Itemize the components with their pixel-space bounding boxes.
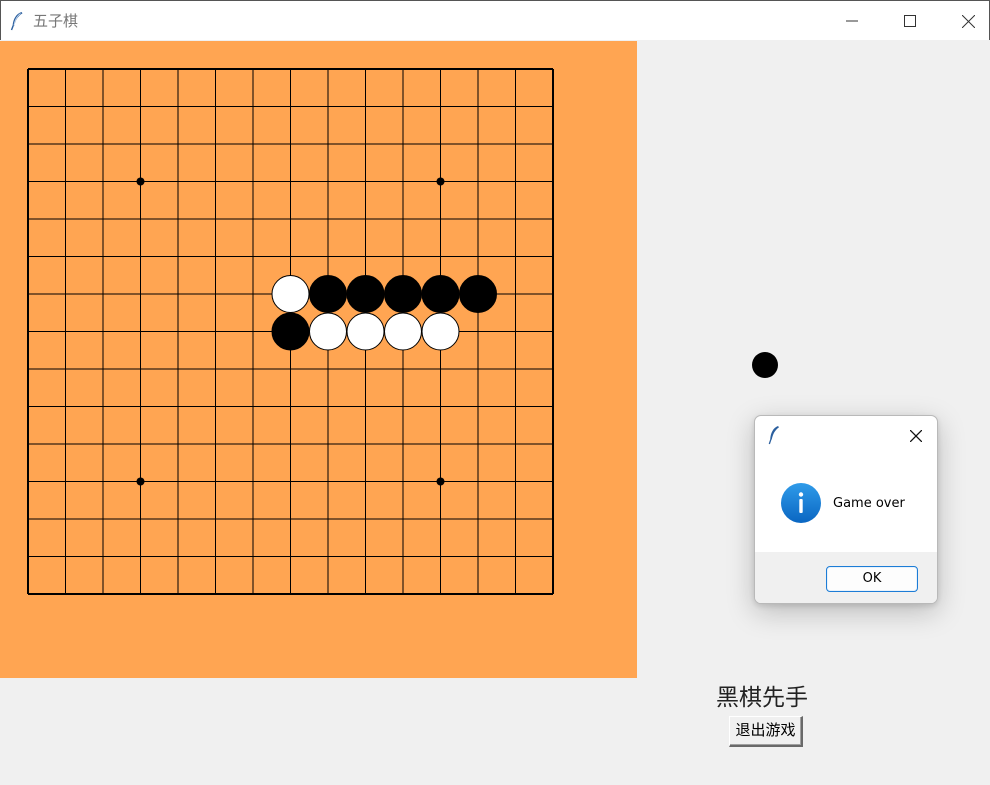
title-bar: 五子棋 <box>0 0 990 40</box>
white-stone <box>384 312 422 351</box>
maximize-icon <box>904 15 916 27</box>
white-stone <box>346 312 385 351</box>
dialog-footer: OK <box>755 552 937 603</box>
close-icon <box>961 14 975 28</box>
feather-icon <box>10 12 23 31</box>
window-title: 五子棋 <box>33 12 79 30</box>
ok-button[interactable]: OK <box>826 566 918 592</box>
message-dialog: Game over OK <box>754 415 938 604</box>
black-stone <box>421 275 460 313</box>
turn-label: 黑棋先手 <box>716 685 808 711</box>
black-stone <box>384 275 422 313</box>
board-svg[interactable] <box>0 41 637 678</box>
close-button[interactable] <box>939 1 990 41</box>
star-point <box>136 177 145 186</box>
white-stone <box>271 275 310 313</box>
dialog-close-button[interactable] <box>904 425 928 447</box>
feather-icon <box>768 426 779 445</box>
info-icon <box>781 483 821 523</box>
board-canvas[interactable] <box>0 41 637 678</box>
white-stone <box>421 312 460 351</box>
close-icon <box>910 430 922 442</box>
turn-indicator-stone <box>752 352 778 378</box>
black-stone <box>271 312 310 351</box>
white-stone <box>309 312 347 351</box>
black-stone <box>309 275 347 313</box>
minimize-button[interactable] <box>823 1 881 41</box>
star-point <box>436 477 445 486</box>
maximize-button[interactable] <box>881 1 939 41</box>
star-point <box>436 177 445 186</box>
exit-game-button[interactable]: 退出游戏 <box>729 716 803 747</box>
dialog-message: Game over <box>833 496 905 511</box>
minimize-icon <box>846 20 858 22</box>
black-stone <box>346 275 385 313</box>
star-point <box>136 477 145 486</box>
black-stone <box>459 275 497 313</box>
